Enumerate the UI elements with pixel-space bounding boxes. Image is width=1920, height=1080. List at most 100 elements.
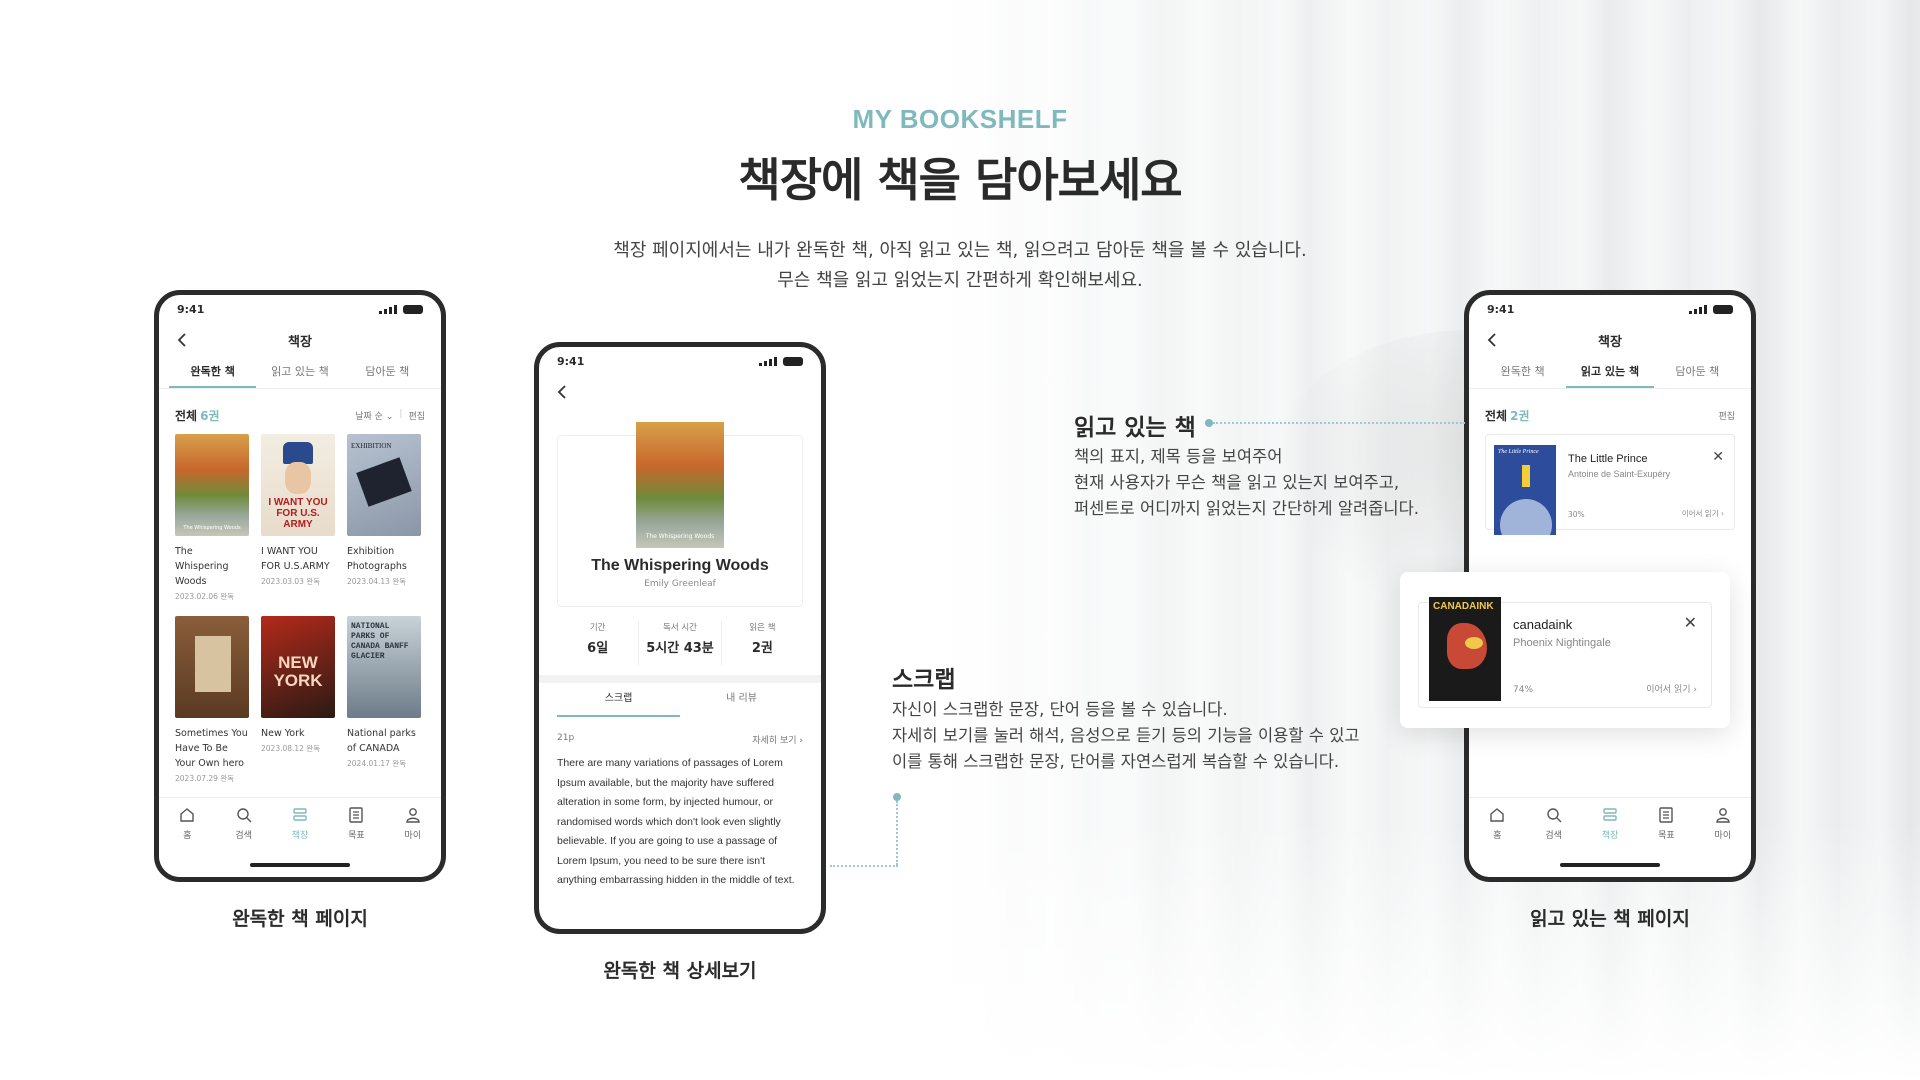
stat-books-read: 읽은 책 2권 bbox=[720, 621, 803, 665]
book-date: 2023.08.12 완독 bbox=[261, 744, 321, 753]
back-arrow-icon[interactable] bbox=[1485, 331, 1501, 349]
nav-my[interactable]: 마이 bbox=[385, 806, 441, 841]
book-title: National parks of CANADA bbox=[347, 728, 416, 754]
note-scrap-title: 스크랩 bbox=[892, 667, 956, 693]
tab-review[interactable]: 내 리뷰 bbox=[680, 683, 803, 717]
stat-label: 독서 시간 bbox=[663, 623, 697, 633]
tab-scrap[interactable]: 스크랩 bbox=[557, 683, 680, 717]
total-label: 전체 bbox=[175, 409, 198, 423]
tab-reading[interactable]: 읽고 있는 책 bbox=[1566, 357, 1654, 388]
backdrop-fade bbox=[940, 820, 1920, 1080]
nav-home[interactable]: 홈 bbox=[159, 806, 215, 841]
sort-label: 날짜 순 bbox=[355, 412, 383, 422]
home-indicator bbox=[1560, 863, 1660, 867]
bottom-nav: 홈 검색 책장 목표 마이 bbox=[159, 797, 441, 877]
stat-value: 6일 bbox=[587, 641, 609, 656]
scrap-text: There are many variations of passages of… bbox=[557, 757, 795, 886]
book-item[interactable]: The Whispering Woods The Whispering Wood… bbox=[175, 434, 249, 602]
nav-label: 검색 bbox=[1545, 831, 1562, 841]
book-cover bbox=[175, 616, 249, 718]
status-bar: 9:41 bbox=[1469, 295, 1751, 323]
list-header: 전체 6권 날짜 순 ⌄ | 편집 bbox=[159, 389, 441, 434]
status-bar: 9:41 bbox=[539, 347, 821, 375]
book-item[interactable]: NEW YORK New York 2023.08.12 완독 bbox=[261, 616, 335, 784]
nav-goal[interactable]: 목표 bbox=[1638, 806, 1694, 841]
tab-finished[interactable]: 완독한 책 bbox=[1479, 357, 1566, 388]
cover-figure-hat bbox=[283, 442, 313, 464]
continue-reading-link[interactable]: 이어서 읽기 › bbox=[1646, 682, 1697, 695]
book-item[interactable]: I WANT YOU FOR U.S. ARMY I WANT YOU FOR … bbox=[261, 434, 335, 602]
book-date: 2023.03.03 완독 bbox=[261, 577, 321, 586]
back-arrow-icon[interactable] bbox=[175, 331, 191, 349]
signal-icon bbox=[1689, 304, 1707, 314]
nav-label: 홈 bbox=[1493, 831, 1502, 841]
lead-line: 책장 페이지에서는 내가 완독한 책, 아직 읽고 있는 책, 읽으려고 담아둔… bbox=[613, 240, 1307, 261]
book-title: I WANT YOU FOR U.S.ARMY bbox=[261, 546, 330, 572]
nav-bookshelf[interactable]: 책장 bbox=[272, 806, 328, 841]
search-icon bbox=[1546, 808, 1562, 823]
reading-cover: The Little Prince bbox=[1494, 445, 1556, 535]
nav-label: 홈 bbox=[183, 831, 192, 841]
reading-card-zoom: CANADAINK canadaink Phoenix Nightingale … bbox=[1400, 572, 1730, 728]
continue-reading-link[interactable]: 이어서 읽기 › bbox=[1682, 508, 1724, 519]
page-title: 책장 bbox=[1598, 334, 1622, 350]
nav-my[interactable]: 마이 bbox=[1695, 806, 1751, 841]
close-icon[interactable]: ✕ bbox=[1712, 449, 1724, 465]
tab-finished[interactable]: 완독한 책 bbox=[169, 357, 257, 388]
nav-goal[interactable]: 목표 bbox=[328, 806, 384, 841]
nav-label: 검색 bbox=[235, 831, 252, 841]
nav-label: 책장 bbox=[291, 831, 309, 841]
nav-bookshelf[interactable]: 책장 bbox=[1582, 806, 1638, 841]
phone-finished-books: 9:41 책장 완독한 책 읽고 있는 책 담아둔 책 전체 6권 날짜 순 ⌄ … bbox=[154, 290, 446, 882]
detail-tabs: 스크랩 내 리뷰 bbox=[557, 683, 803, 717]
tab-saved[interactable]: 담아둔 책 bbox=[1654, 357, 1741, 388]
more-label: 자세히 보기 bbox=[752, 736, 797, 746]
book-title: Sometimes You Have To Be Your Own hero bbox=[175, 728, 248, 769]
shelf-tabs: 완독한 책 읽고 있는 책 담아둔 책 bbox=[1469, 357, 1751, 389]
divider: | bbox=[399, 409, 403, 419]
cover-accent bbox=[1465, 637, 1483, 649]
scrap-page: 21p bbox=[557, 733, 575, 743]
user-icon bbox=[406, 808, 420, 823]
book-item[interactable]: EXHIBITION Exhibition Photographs 2023.0… bbox=[347, 434, 421, 602]
reading-title: canadaink bbox=[1513, 617, 1573, 632]
nav-home[interactable]: 홈 bbox=[1469, 806, 1525, 841]
nav-search[interactable]: 검색 bbox=[215, 806, 271, 841]
cover-camera bbox=[356, 457, 412, 507]
sort-dropdown[interactable]: 날짜 순 ⌄ bbox=[355, 409, 393, 422]
note-line: 이를 통해 스크랩한 문장, 단어를 자연스럽게 복습할 수 있습니다. bbox=[892, 752, 1340, 771]
detail-more-link[interactable]: 자세히 보기 › bbox=[752, 733, 803, 746]
reading-card[interactable]: The Little Prince The Little Prince Anto… bbox=[1485, 434, 1735, 535]
book-item[interactable]: Sometimes You Have To Be Your Own hero 2… bbox=[175, 616, 249, 784]
chevron-down-icon: ⌄ bbox=[385, 412, 394, 422]
total-count: 6권 bbox=[200, 409, 220, 423]
reading-cover: CANADAINK bbox=[1429, 597, 1501, 701]
stat-reading-time: 독서 시간 5시간 43분 bbox=[638, 621, 720, 665]
back-arrow-icon[interactable] bbox=[555, 383, 571, 401]
book-cover: NEW YORK bbox=[261, 616, 335, 718]
bookshelf-icon bbox=[293, 808, 307, 821]
callout-line bbox=[896, 801, 898, 865]
tab-saved[interactable]: 담아둔 책 bbox=[344, 357, 431, 388]
stat-period: 기간 6일 bbox=[557, 621, 638, 665]
reading-card[interactable]: CANADAINK canadaink Phoenix Nightingale … bbox=[1418, 597, 1712, 708]
book-cover: NATIONAL PARKS OF CANADA BANFF GLACIER bbox=[347, 616, 421, 718]
edit-button[interactable]: 편집 bbox=[1718, 409, 1735, 422]
bookshelf-icon bbox=[1603, 808, 1617, 821]
nav-label: 목표 bbox=[1658, 831, 1675, 841]
book-item[interactable]: NATIONAL PARKS OF CANADA BANFF GLACIER N… bbox=[347, 616, 421, 784]
user-icon bbox=[1716, 808, 1730, 823]
cover-text: I WANT YOU FOR U.S. ARMY bbox=[268, 497, 328, 530]
note-line: 자세히 보기를 눌러 해석, 음성으로 듣기 등의 기능을 이용할 수 있고 bbox=[892, 726, 1360, 745]
home-indicator bbox=[250, 863, 350, 867]
callout-dot bbox=[1205, 419, 1213, 427]
section-lead: 책장 페이지에서는 내가 완독한 책, 아직 읽고 있는 책, 읽으려고 담아둔… bbox=[0, 236, 1920, 296]
caption-finished: 완독한 책 페이지 bbox=[232, 908, 368, 930]
tab-reading[interactable]: 읽고 있는 책 bbox=[256, 357, 343, 388]
shelf-tabs: 완독한 책 읽고 있는 책 담아둔 책 bbox=[159, 357, 441, 389]
close-icon[interactable]: ✕ bbox=[1684, 613, 1697, 632]
battery-icon bbox=[783, 356, 803, 366]
edit-button[interactable]: 편집 bbox=[408, 409, 425, 422]
cover-figure bbox=[1522, 465, 1530, 487]
nav-search[interactable]: 검색 bbox=[1525, 806, 1581, 841]
